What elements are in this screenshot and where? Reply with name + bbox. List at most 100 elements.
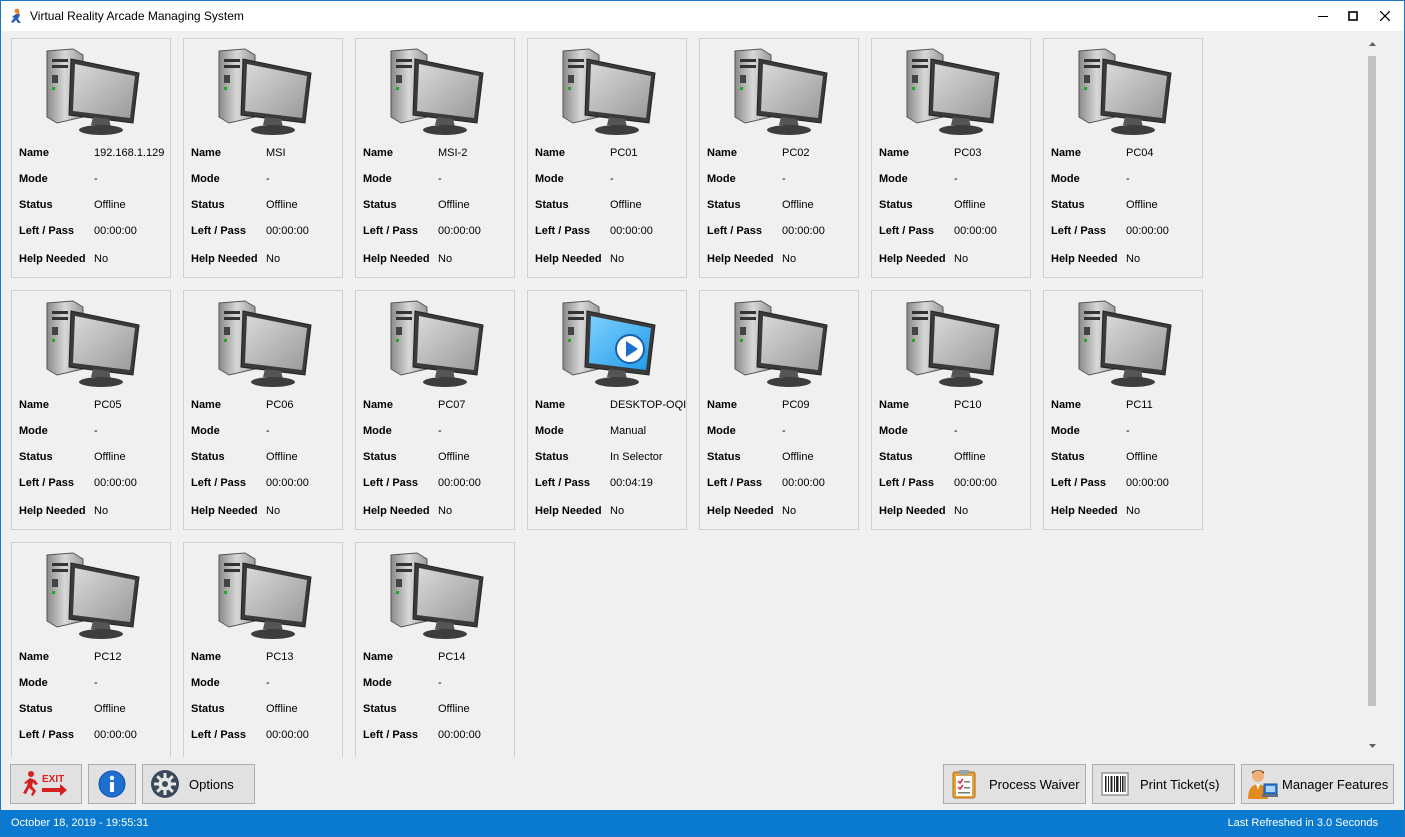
station-name: PC09 <box>782 399 810 411</box>
station-card[interactable]: Name PC10 Mode - Status Offline Left / Pass 00:… <box>871 290 1031 530</box>
field-label: Status <box>1051 451 1085 463</box>
station-card[interactable]: Name PC06 Mode - Status Offline Left / Pass 00:… <box>183 290 343 530</box>
station-name: PC02 <box>782 147 810 159</box>
station-card[interactable]: Name MSI Mode - Status Offline Left / Pass 00:0… <box>183 38 343 278</box>
station-card[interactable]: Name PC13 Mode - Status Offline Left / Pass 00:… <box>183 542 343 757</box>
title-bar[interactable]: Virtual Reality Arcade Managing System <box>1 1 1404 31</box>
field-label: Name <box>535 399 565 411</box>
close-icon <box>1380 11 1390 21</box>
process-waiver-button[interactable]: Process Waiver <box>943 764 1086 804</box>
field-label: Name <box>879 399 909 411</box>
field-label: Status <box>879 199 913 211</box>
pc-offline-icon <box>39 297 149 389</box>
station-help-needed: No <box>266 505 281 517</box>
field-label: Left / Pass <box>363 477 419 489</box>
station-row-help-needed: Help Needed No <box>191 505 342 519</box>
station-row-left-pass: Left / Pass 00:00:00 <box>879 477 1030 491</box>
station-status: Offline <box>94 199 126 211</box>
station-help-needed: No <box>1126 505 1141 517</box>
station-row-mode: Mode - <box>191 425 342 439</box>
station-row-left-pass: Left / Pass 00:00:00 <box>1051 225 1202 239</box>
field-label: Help Needed <box>191 253 258 265</box>
station-row-status: Status Offline <box>191 199 342 213</box>
station-row-help-needed: Help Needed No <box>19 505 170 519</box>
station-card[interactable]: Name PC04 Mode - Status Offline Left / Pass 00:… <box>1043 38 1203 278</box>
field-label: Name <box>1051 147 1081 159</box>
station-row-status: Status Offline <box>879 199 1030 213</box>
close-button[interactable] <box>1370 1 1400 31</box>
station-card[interactable]: Name MSI-2 Mode - Status Offline Left / Pass 00… <box>355 38 515 278</box>
station-row-mode: Mode - <box>363 173 514 187</box>
station-help-needed: No <box>438 505 453 517</box>
station-mode: - <box>610 173 614 185</box>
station-card[interactable]: Name PC01 Mode - Status Offline Left / Pass 00:… <box>527 38 687 278</box>
station-card[interactable]: Name PC14 Mode - Status Offline Left / Pass 00:… <box>355 542 515 757</box>
field-label: Mode <box>191 425 220 437</box>
station-card[interactable]: Name PC11 Mode - Status Offline Left / Pass 00:… <box>1043 290 1203 530</box>
station-card[interactable]: Name DESKTOP-OQI Mode Manual Status In Select… <box>527 290 687 530</box>
station-row-name: Name PC10 <box>879 399 1030 413</box>
station-status: Offline <box>782 451 814 463</box>
station-card[interactable]: Name PC03 Mode - Status Offline Left / Pass 00:… <box>871 38 1031 278</box>
station-status: Offline <box>954 199 986 211</box>
station-row-status: Status Offline <box>707 451 858 465</box>
station-row-left-pass: Left / Pass 00:00:00 <box>363 477 514 491</box>
station-help-needed: No <box>266 253 281 265</box>
station-row-name: Name MSI-2 <box>363 147 514 161</box>
manager-features-label: Manager Features <box>1282 776 1389 792</box>
manager-features-button[interactable]: Manager Features <box>1241 764 1394 804</box>
exit-button[interactable]: EXIT <box>10 764 82 804</box>
station-mode: - <box>1126 173 1130 185</box>
field-label: Mode <box>191 173 220 185</box>
station-row-name: Name PC06 <box>191 399 342 413</box>
field-label: Name <box>707 147 737 159</box>
station-row-status: Status Offline <box>535 199 686 213</box>
field-label: Name <box>707 399 737 411</box>
field-label: Help Needed <box>707 253 774 265</box>
field-label: Status <box>363 199 397 211</box>
station-row-mode: Mode - <box>363 677 514 691</box>
station-name: PC04 <box>1126 147 1154 159</box>
station-card[interactable]: Name PC12 Mode - Status Offline Left / Pass 00:… <box>11 542 171 757</box>
station-row-left-pass: Left / Pass 00:00:00 <box>707 477 858 491</box>
station-status: Offline <box>438 451 470 463</box>
field-label: Mode <box>879 173 908 185</box>
station-status: Offline <box>266 451 298 463</box>
pc-offline-icon <box>727 297 837 389</box>
station-row-status: Status Offline <box>19 451 170 465</box>
station-row-left-pass: Left / Pass 00:00:00 <box>707 225 858 239</box>
station-mode: - <box>266 173 270 185</box>
station-help-needed: No <box>954 253 969 265</box>
scroll-down-button[interactable] <box>1365 738 1379 754</box>
station-row-help-needed: Help Needed No <box>707 253 858 267</box>
station-name: MSI-2 <box>438 147 468 159</box>
pc-offline-icon <box>211 45 321 137</box>
vertical-scrollbar[interactable] <box>1365 32 1379 757</box>
station-mode: - <box>954 173 958 185</box>
field-label: Name <box>191 147 221 159</box>
scroll-thumb[interactable] <box>1368 56 1376 706</box>
process-waiver-label: Process Waiver <box>989 776 1080 792</box>
station-row-left-pass: Left / Pass 00:00:00 <box>535 225 686 239</box>
last-refreshed-text: Last Refreshed in 3.0 Seconds <box>1227 817 1378 829</box>
station-help-needed: No <box>94 253 109 265</box>
station-card[interactable]: Name PC05 Mode - Status Offline Left / Pass 00:… <box>11 290 171 530</box>
station-status: Offline <box>1126 199 1158 211</box>
station-card[interactable]: Name 192.168.1.129 Mode - Status Offline Left … <box>11 38 171 278</box>
clipboard-checklist-icon <box>952 770 976 799</box>
station-card[interactable]: Name PC02 Mode - Status Offline Left / Pass 00:… <box>699 38 859 278</box>
options-button[interactable]: Options <box>142 764 255 804</box>
station-name: PC12 <box>94 651 122 663</box>
field-label: Name <box>191 651 221 663</box>
print-tickets-button[interactable]: Print Ticket(s) <box>1092 764 1235 804</box>
scroll-up-button[interactable] <box>1365 36 1379 52</box>
station-status: Offline <box>94 451 126 463</box>
station-card[interactable]: Name PC09 Mode - Status Offline Left / Pass 00:… <box>699 290 859 530</box>
station-row-name: Name PC05 <box>19 399 170 413</box>
maximize-button[interactable] <box>1338 1 1368 31</box>
minimize-button[interactable] <box>1308 1 1338 31</box>
station-row-mode: Mode - <box>19 425 170 439</box>
station-row-mode: Mode - <box>1051 173 1202 187</box>
info-button[interactable] <box>88 764 136 804</box>
station-card[interactable]: Name PC07 Mode - Status Offline Left / Pass 00:… <box>355 290 515 530</box>
